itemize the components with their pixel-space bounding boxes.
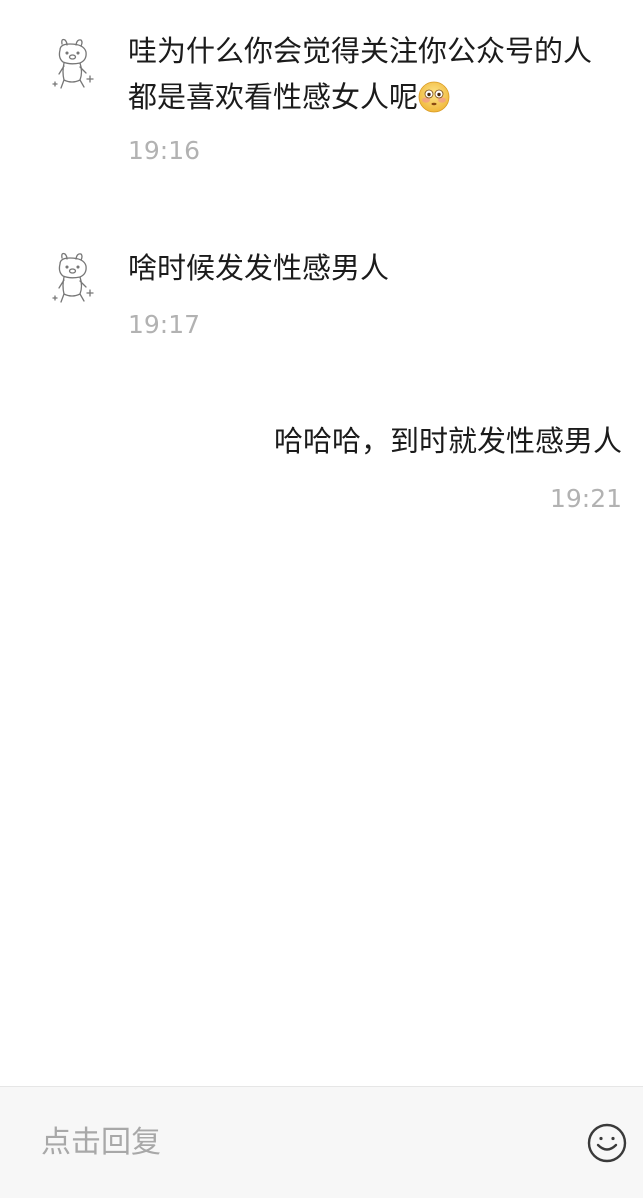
message-text: 哈哈哈，到时就发性感男人 [273, 424, 622, 458]
reply-bar: 点击回复 [0, 1086, 643, 1198]
smiley-face-icon[interactable] [587, 1123, 627, 1163]
message-line: 哇为什么你会觉得关注你公众号的人 [128, 34, 593, 68]
chat-list: 哇为什么你会觉得关注你公众号的人 都是喜欢看性感女人呢 19:16 啥时候发发性… [0, 0, 643, 1086]
message-line: 都是喜欢看性感女人呢 [128, 74, 592, 120]
message-timestamp: 19:16 [128, 136, 201, 165]
cartoon-bunny-avatar-icon[interactable] [50, 250, 98, 314]
message-text: 哇为什么你会觉得关注你公众号的人 都是喜欢看性感女人呢 [128, 28, 592, 120]
reply-input[interactable]: 点击回复 [41, 1125, 161, 1161]
flushed-face-emoji-icon [418, 80, 450, 113]
cartoon-bunny-avatar-icon[interactable] [50, 36, 98, 100]
message-text: 啥时候发发性感男人 [128, 251, 390, 285]
message-line-text: 都是喜欢看性感女人呢 [128, 80, 419, 114]
message-timestamp: 19:21 [549, 484, 622, 513]
message-timestamp: 19:17 [128, 310, 201, 339]
